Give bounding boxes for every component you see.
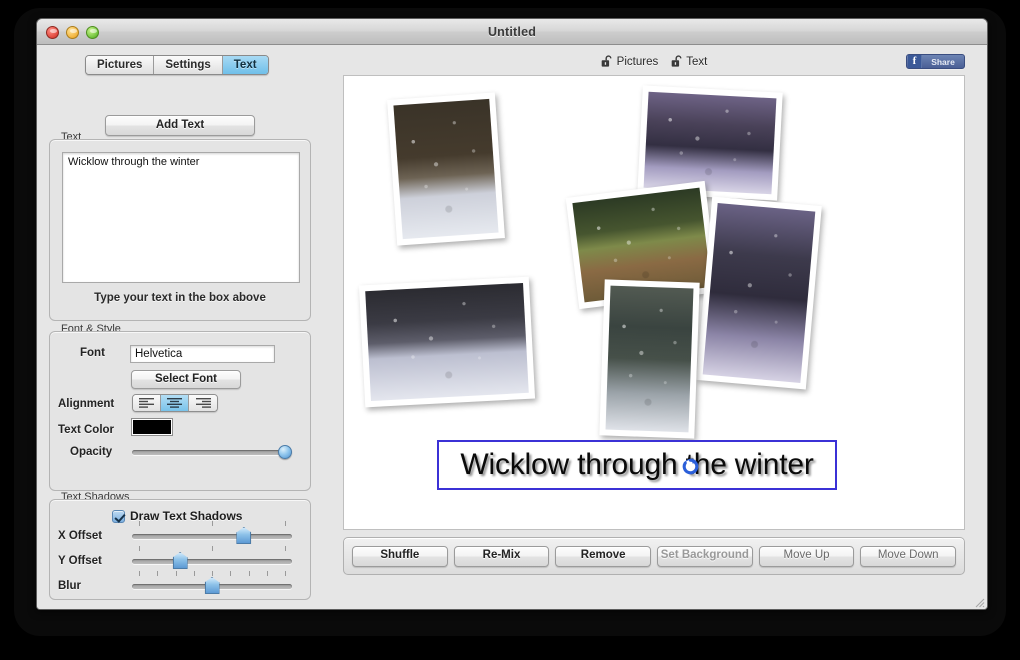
align-right-button[interactable]	[189, 395, 217, 411]
window-title: Untitled	[487, 25, 537, 39]
collage-photo-snow-covered-bushes[interactable]	[358, 276, 536, 408]
caption-text: Wicklow through the winter	[460, 448, 814, 481]
desktop-background: Untitled Pictures Settings Text Add Text…	[0, 0, 1020, 660]
draw-text-shadows-checkbox[interactable]	[112, 509, 125, 523]
y-offset-label: Y Offset	[58, 555, 102, 567]
minimize-button[interactable]	[66, 26, 79, 39]
x-offset-ticks	[132, 521, 292, 527]
unlocked-padlock-icon	[601, 55, 612, 67]
font-field[interactable]: Helvetica	[130, 345, 275, 363]
collage-photo-snowy-garden-shed[interactable]	[637, 85, 783, 201]
blur-slider[interactable]	[132, 571, 292, 594]
add-text-button[interactable]: Add Text	[105, 115, 255, 136]
align-left-icon	[139, 398, 154, 408]
tab-text[interactable]: Text	[222, 56, 268, 74]
unlocked-padlock-icon	[671, 55, 682, 67]
text-color-swatch[interactable]	[131, 418, 173, 436]
collage-canvas[interactable]: Wicklow through the winter	[343, 75, 965, 530]
align-center-button[interactable]	[161, 395, 189, 411]
alignment-label: Alignment	[58, 398, 115, 410]
font-style-group: Font Helvetica Select Font Alignment Tex…	[49, 331, 311, 491]
remove-button[interactable]: Remove	[555, 545, 652, 567]
y-offset-slider-thumb[interactable]	[172, 552, 188, 569]
move-down-button[interactable]: Move Down	[860, 545, 957, 567]
select-font-button[interactable]: Select Font	[131, 370, 241, 389]
collage-action-toolbar: Shuffle Re-Mix Remove Set Background Mov…	[343, 537, 965, 575]
inspector-tabs: Pictures Settings Text	[85, 55, 269, 75]
text-color-label: Text Color	[58, 424, 115, 436]
photo-thumbnail	[365, 282, 529, 402]
window-titlebar: Untitled	[37, 19, 987, 45]
lock-pictures-toggle[interactable]: Pictures	[601, 55, 659, 68]
move-up-button[interactable]: Move Up	[758, 545, 855, 567]
collage-photo-snowy-conifer-fence[interactable]	[696, 196, 822, 390]
text-group: Wicklow through the winter Type your tex…	[49, 139, 311, 321]
facebook-icon: f	[908, 55, 922, 68]
x-offset-slider-track	[132, 534, 292, 539]
resize-grip[interactable]	[971, 594, 985, 608]
tab-pictures[interactable]: Pictures	[86, 56, 155, 74]
lock-toolbar: Pictures Text f Share	[321, 45, 987, 79]
blur-slider-thumb[interactable]	[204, 577, 220, 594]
lock-text-toggle[interactable]: Text	[670, 55, 707, 68]
facebook-share-button[interactable]: f Share	[906, 54, 965, 69]
opacity-label: Opacity	[70, 446, 113, 458]
photo-thumbnail	[643, 91, 777, 195]
lock-toggle-group: Pictures Text	[601, 55, 707, 68]
tab-settings[interactable]: Settings	[154, 56, 223, 74]
photo-thumbnail	[702, 203, 816, 383]
alignment-segmented-control	[132, 394, 218, 412]
share-button-label: Share	[931, 56, 955, 67]
busy-spinner-icon	[682, 458, 699, 475]
opacity-slider[interactable]	[132, 444, 292, 460]
inspector-panel: Pictures Settings Text Add Text Text Wic…	[49, 55, 311, 600]
close-button[interactable]	[46, 26, 59, 39]
zoom-button[interactable]	[86, 26, 99, 39]
shuffle-button[interactable]: Shuffle	[352, 545, 448, 567]
set-background-button: Set Background	[657, 545, 753, 567]
text-input-area[interactable]: Wicklow through the winter	[62, 152, 300, 283]
y-offset-slider[interactable]	[132, 546, 292, 569]
align-center-icon	[167, 398, 182, 408]
window-body: Pictures Settings Text Add Text Text Wic…	[37, 45, 987, 609]
blur-label: Blur	[58, 580, 81, 592]
x-offset-label: X Offset	[58, 530, 103, 542]
photo-thumbnail	[393, 98, 499, 240]
remix-button[interactable]: Re-Mix	[453, 545, 550, 567]
opacity-slider-track	[132, 450, 292, 455]
y-offset-slider-track	[132, 559, 292, 564]
application-window: Untitled Pictures Settings Text Add Text…	[36, 18, 988, 610]
align-left-button[interactable]	[133, 395, 161, 411]
photo-thumbnail	[605, 285, 694, 433]
text-shadows-group: Draw Text Shadows X Offset Y Offset Blur	[49, 499, 311, 600]
text-hint-label: Type your text in the box above	[94, 292, 266, 304]
lock-text-label: Text	[686, 55, 708, 68]
caption-text-box[interactable]: Wicklow through the winter	[437, 440, 837, 490]
font-label: Font	[80, 347, 105, 359]
align-right-icon	[195, 398, 211, 408]
x-offset-slider[interactable]	[132, 521, 292, 544]
editor-pane: Pictures Text f Share Wicklow through th…	[321, 45, 987, 609]
x-offset-slider-thumb[interactable]	[236, 527, 252, 544]
opacity-slider-thumb[interactable]	[278, 445, 292, 459]
window-controls	[46, 26, 99, 39]
y-offset-ticks	[132, 546, 292, 552]
collage-photo-snowy-hedge-close[interactable]	[599, 279, 700, 439]
lock-pictures-label: Pictures	[616, 55, 659, 68]
blur-ticks	[132, 571, 292, 577]
collage-photo-snowy-stone-lantern[interactable]	[387, 92, 505, 246]
